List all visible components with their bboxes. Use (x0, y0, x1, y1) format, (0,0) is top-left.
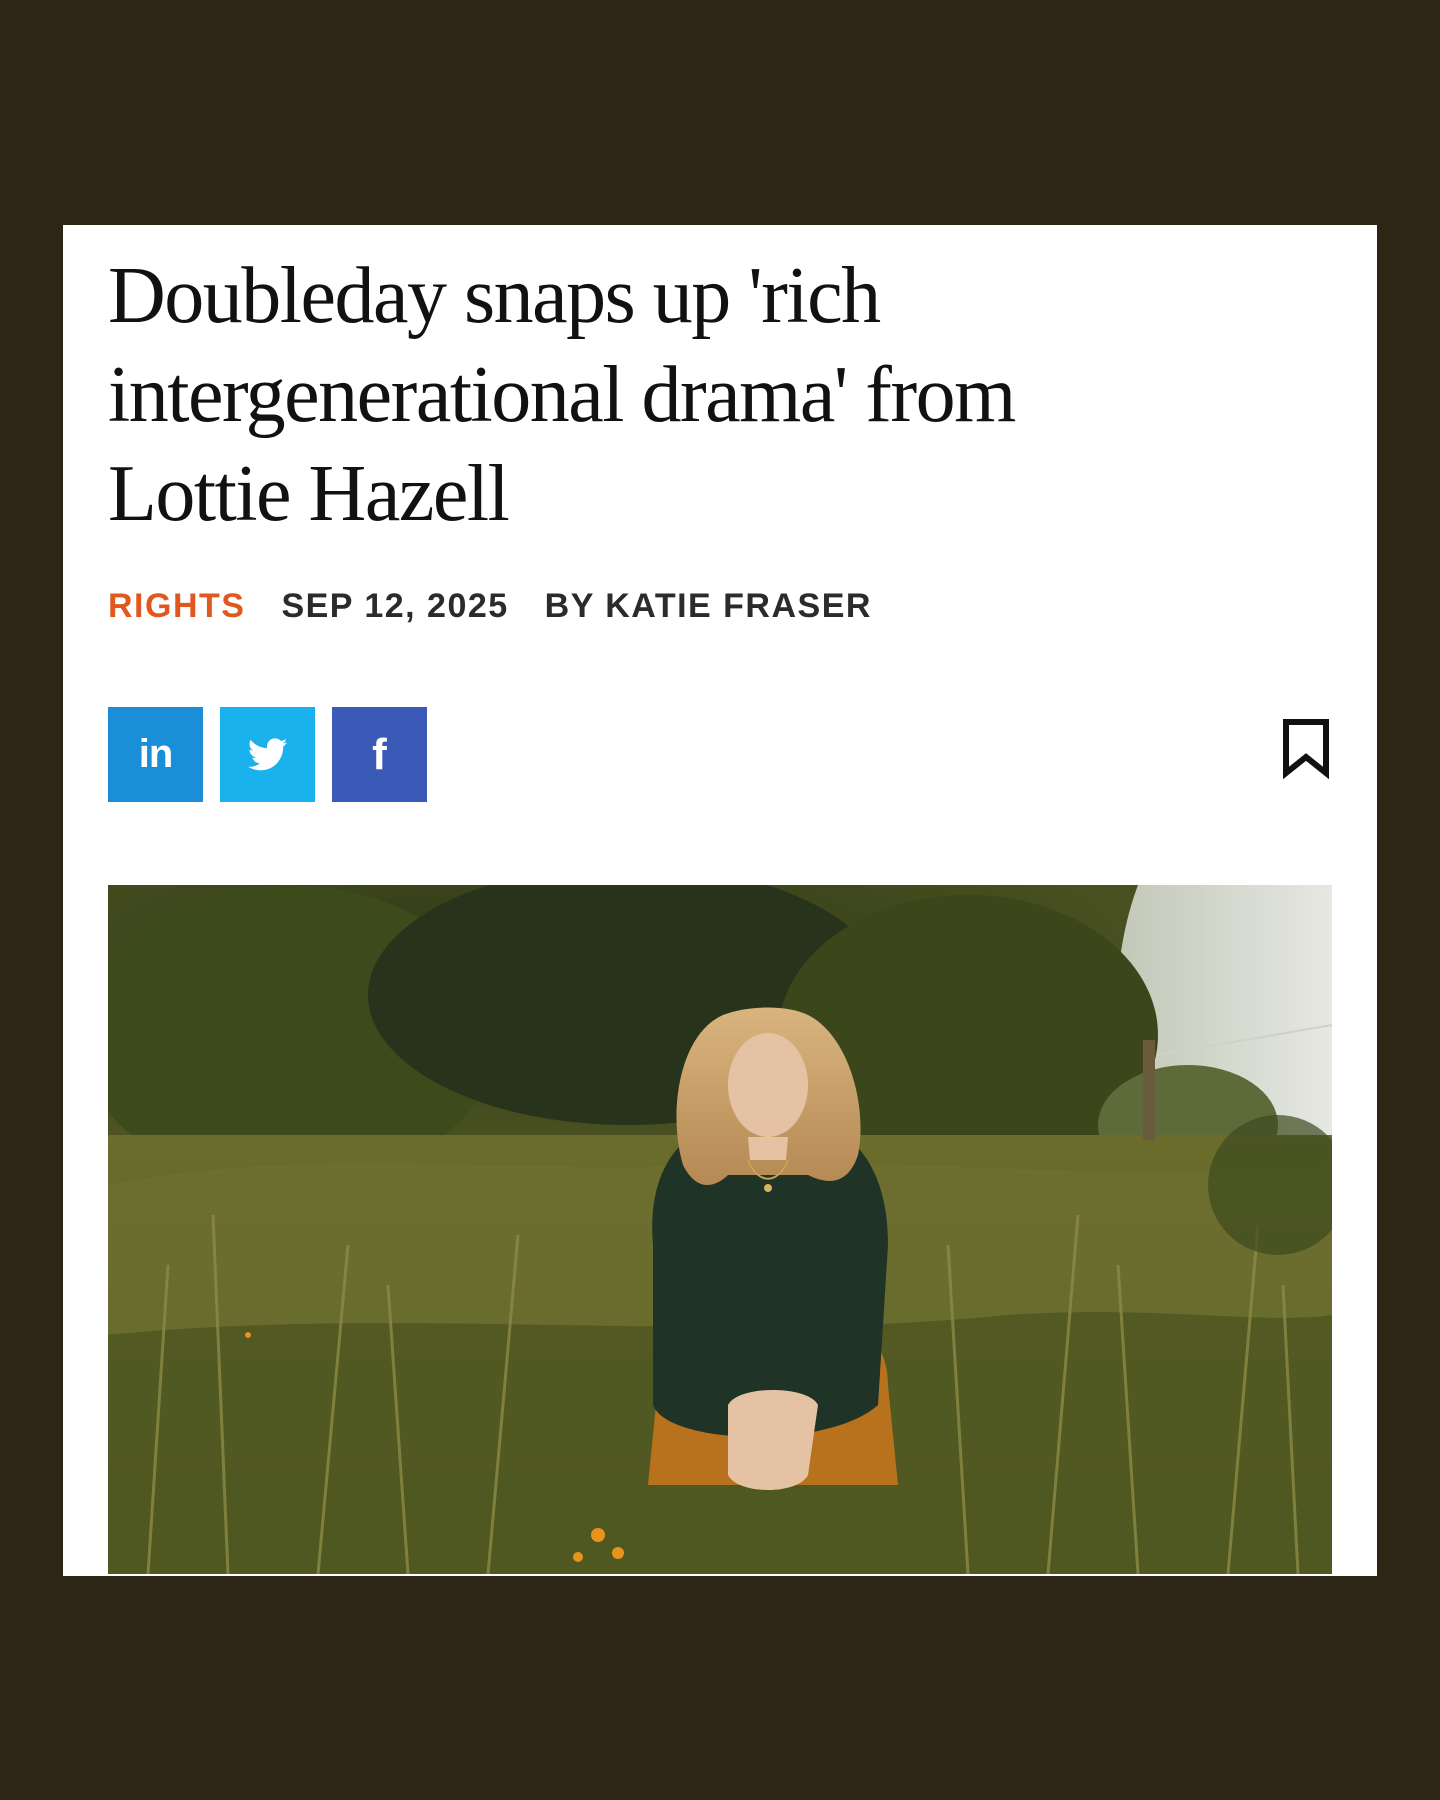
byline[interactable]: BY KATIE FRASER (545, 587, 872, 626)
headline-line-1: Doubleday snaps up 'rich (108, 252, 881, 340)
author-photo (108, 885, 1332, 1574)
article-meta: RIGHTS SEP 12, 2025 BY KATIE FRASER (108, 587, 872, 626)
category-link[interactable]: RIGHTS (108, 587, 245, 626)
facebook-icon: f (372, 729, 387, 779)
facebook-share-button[interactable]: f (332, 707, 427, 802)
publish-date: SEP 12, 2025 (281, 587, 509, 625)
photo-illustration (108, 885, 1332, 1574)
headline-line-2: intergenerational drama' from (108, 351, 1016, 439)
article-headline: Doubleday snaps up 'rich intergeneration… (108, 247, 1208, 544)
twitter-share-button[interactable] (220, 707, 315, 802)
linkedin-icon: in (138, 732, 174, 776)
bookmark-icon[interactable] (1280, 717, 1332, 779)
article-card: Doubleday snaps up 'rich intergeneration… (63, 225, 1377, 1576)
headline-line-3: Lottie Hazell (108, 450, 510, 538)
twitter-bird-icon (247, 737, 287, 770)
share-buttons: in f (108, 707, 427, 802)
linkedin-share-button[interactable]: in (108, 707, 203, 802)
